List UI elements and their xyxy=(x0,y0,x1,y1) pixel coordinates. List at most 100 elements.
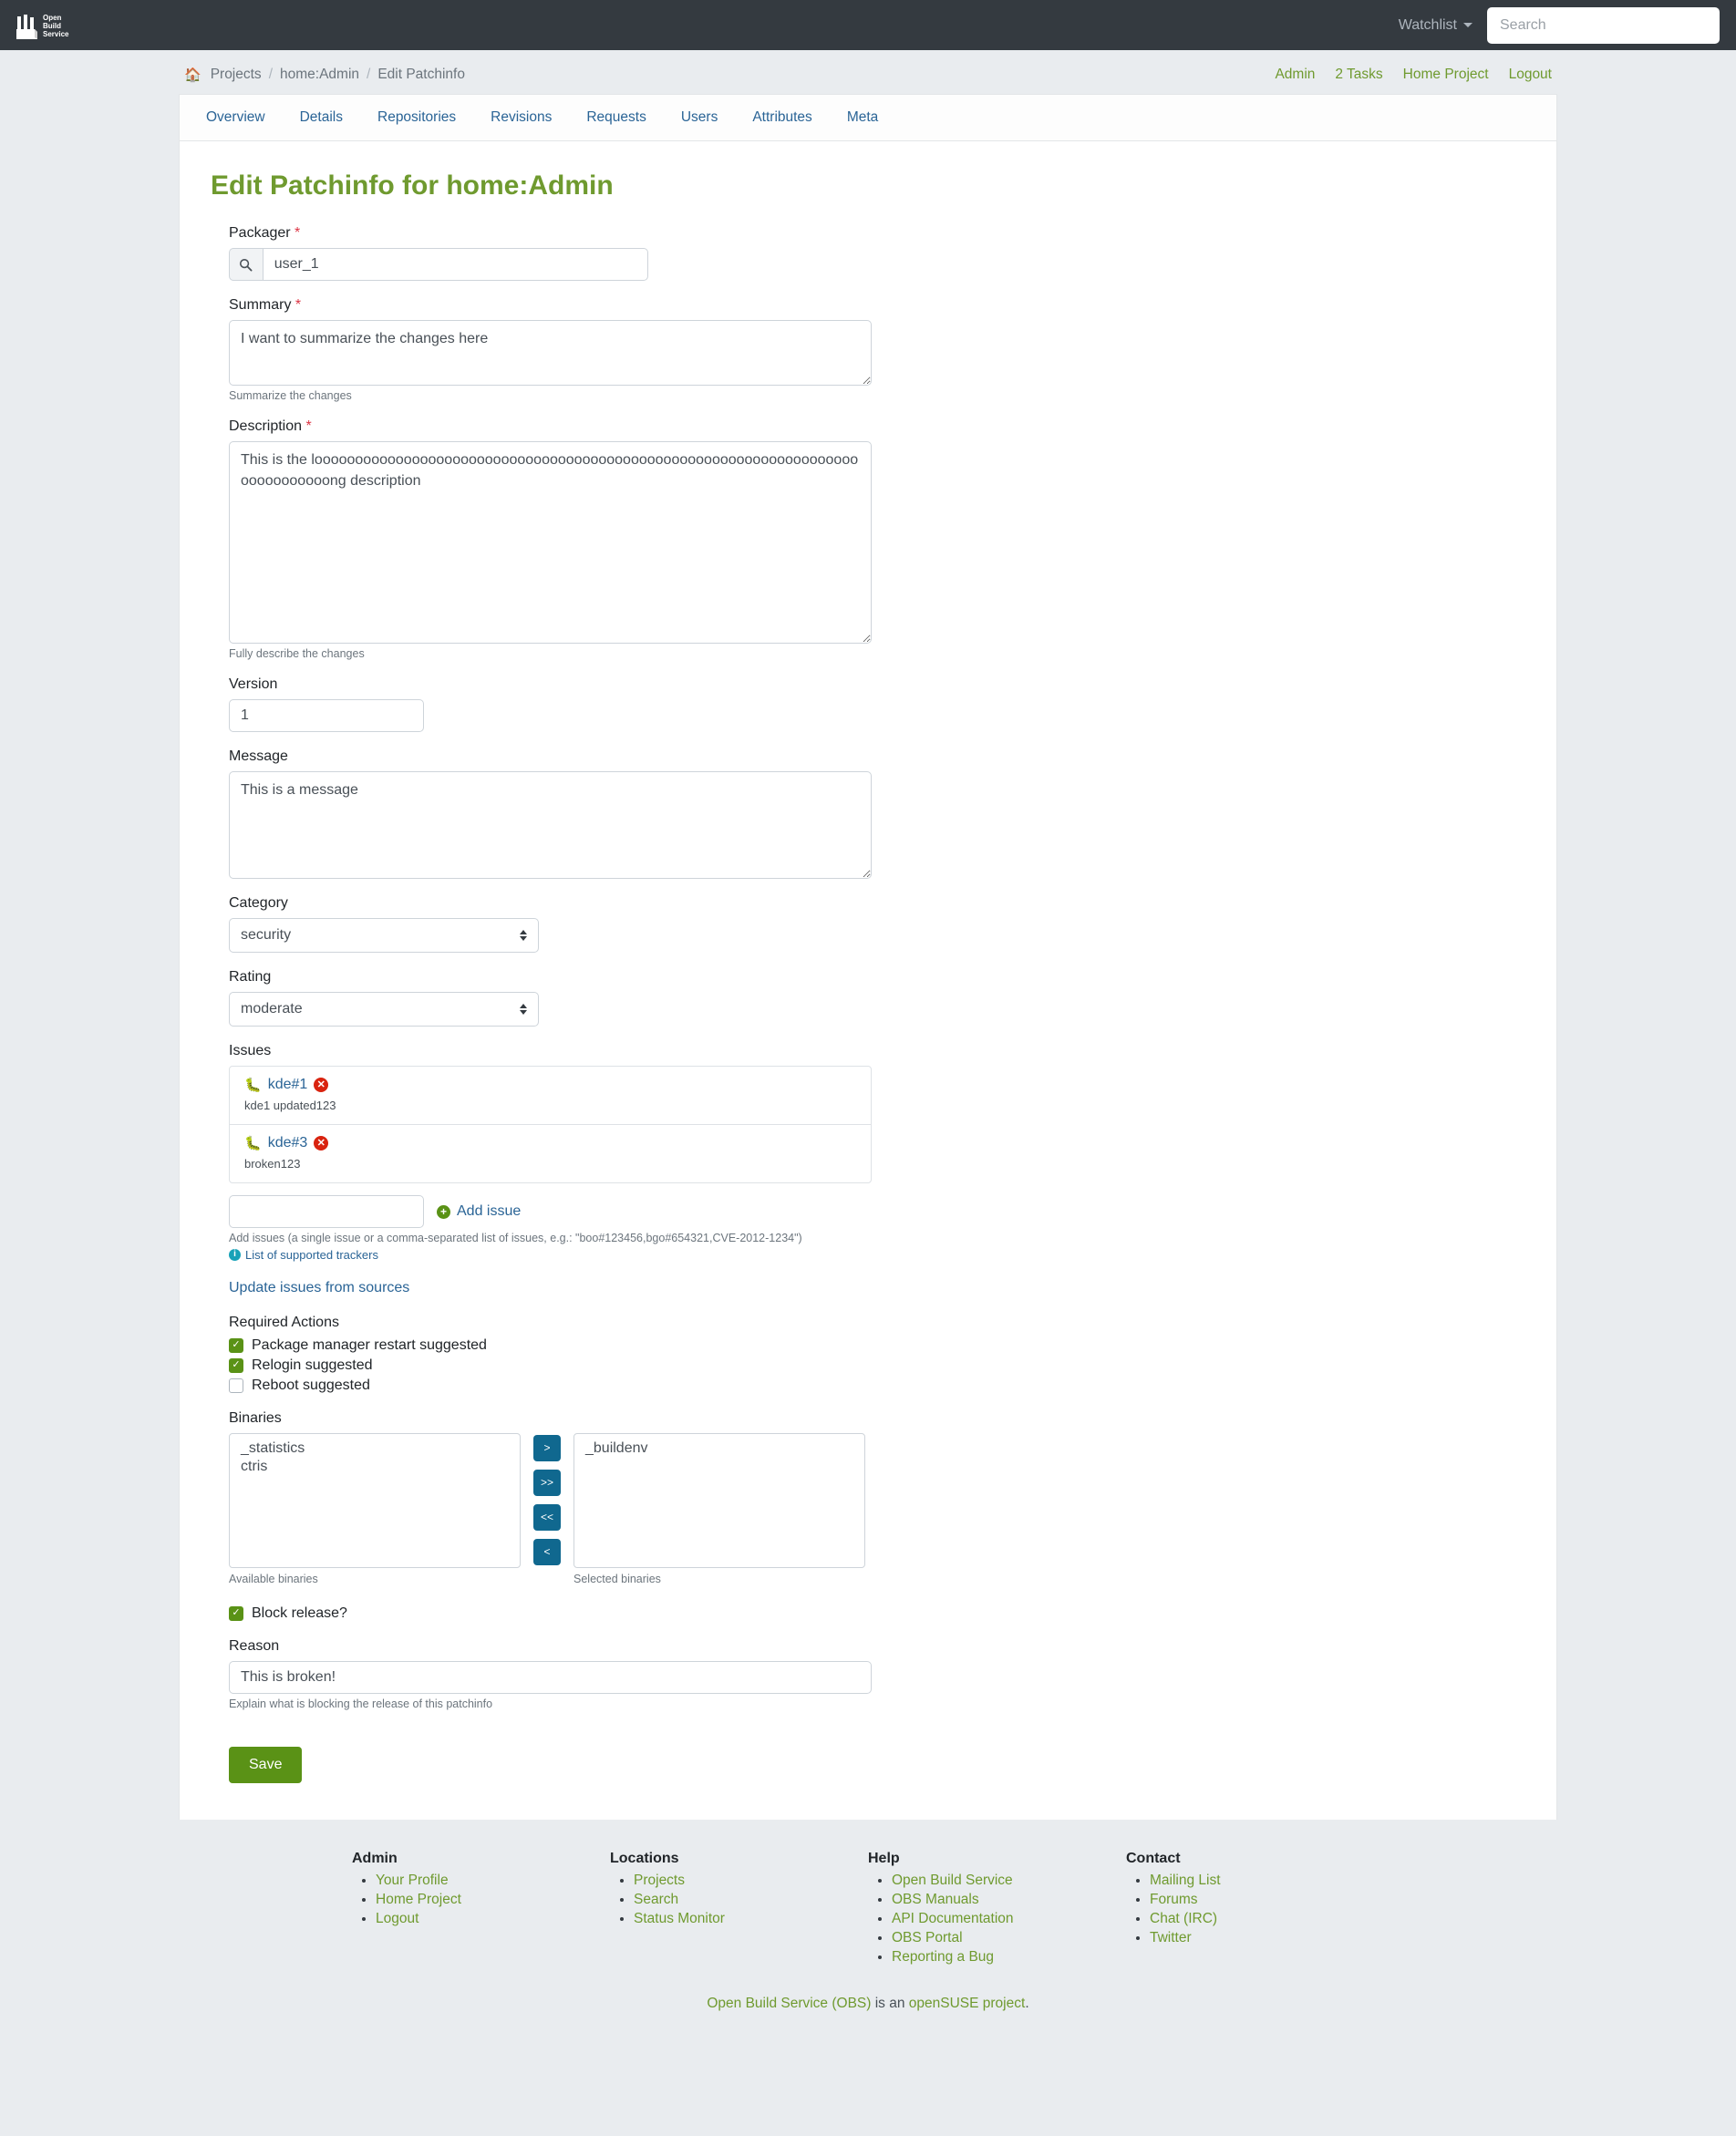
list-item: Forums xyxy=(1150,1892,1384,1908)
breadcrumb-separator: / xyxy=(367,67,371,82)
summary-textarea[interactable] xyxy=(229,320,872,386)
footer-opensuse-link[interactable]: openSUSE project xyxy=(909,1996,1026,2011)
delete-icon[interactable]: ✕ xyxy=(314,1136,329,1151)
message-textarea[interactable] xyxy=(229,771,872,879)
chevron-down-icon xyxy=(1463,23,1472,27)
checkbox-block-release[interactable]: ✓ xyxy=(229,1605,243,1621)
save-button[interactable]: Save xyxy=(229,1746,303,1783)
checkbox-reboot[interactable] xyxy=(229,1378,243,1393)
footer-link-status-monitor[interactable]: Status Monitor xyxy=(634,1911,725,1926)
footer-link-open-build-service[interactable]: Open Build Service xyxy=(892,1873,1013,1888)
checkbox-row-block-release[interactable]: ✓ Block release? xyxy=(229,1605,1303,1622)
selected-binaries-listbox[interactable]: _buildenv xyxy=(574,1432,865,1568)
packager-input[interactable] xyxy=(262,248,648,281)
footer-link-reporting-a-bug[interactable]: Reporting a Bug xyxy=(892,1949,994,1965)
field-version: Version xyxy=(229,676,1303,732)
category-select[interactable]: security xyxy=(229,918,539,953)
required-asterisk: * xyxy=(305,418,312,434)
top-link-logout[interactable]: Logout xyxy=(1509,67,1552,83)
checkbox-label: Package manager restart suggested xyxy=(252,1336,487,1353)
add-issue-input[interactable] xyxy=(229,1195,424,1228)
footer-column-title: Admin xyxy=(352,1850,398,1866)
description-label: Description * xyxy=(229,418,1303,435)
field-block-release: ✓ Block release? xyxy=(229,1605,1303,1622)
home-icon[interactable]: 🏠 xyxy=(184,67,202,83)
obs-logo-link[interactable]: Open Build Service xyxy=(13,9,78,42)
tab-meta[interactable]: Meta xyxy=(830,95,895,140)
top-link-tasks[interactable]: 2 Tasks xyxy=(1335,67,1382,83)
tab-overview[interactable]: Overview xyxy=(189,95,283,140)
footer-link-mailing-list[interactable]: Mailing List xyxy=(1150,1873,1221,1888)
footer-link-forums[interactable]: Forums xyxy=(1150,1892,1198,1907)
reason-label: Reason xyxy=(229,1637,280,1654)
list-item[interactable]: _statistics xyxy=(230,1439,520,1458)
checkbox-row-relogin[interactable]: ✓ Relogin suggested xyxy=(229,1357,1303,1374)
footer-link-your-profile[interactable]: Your Profile xyxy=(376,1873,449,1888)
list-item: Home Project xyxy=(376,1892,610,1908)
footer-link-obs-manuals[interactable]: OBS Manuals xyxy=(892,1892,979,1907)
footer-link-home-project[interactable]: Home Project xyxy=(376,1892,461,1907)
move-all-right-button[interactable]: >> xyxy=(533,1469,561,1496)
summary-help: Summarize the changes xyxy=(229,389,352,402)
move-all-left-button[interactable]: << xyxy=(533,1503,561,1531)
rating-select[interactable]: moderate xyxy=(229,992,539,1027)
footer-link-search[interactable]: Search xyxy=(634,1892,678,1907)
checkbox-row-package-manager-restart[interactable]: ✓ Package manager restart suggested xyxy=(229,1337,1303,1354)
footer-link-api-documentation[interactable]: API Documentation xyxy=(892,1911,1014,1926)
breadcrumb-item-projects[interactable]: Projects xyxy=(211,67,262,83)
update-issues-from-sources-link[interactable]: Update issues from sources xyxy=(229,1280,409,1296)
add-issue-button[interactable]: + Add issue xyxy=(437,1203,521,1220)
add-issue-row: + Add issue xyxy=(229,1195,1303,1228)
list-item: OBS Manuals xyxy=(892,1892,1126,1908)
field-message: Message xyxy=(229,748,1303,879)
move-right-button[interactable]: > xyxy=(533,1434,561,1461)
checkbox-relogin[interactable]: ✓ xyxy=(229,1357,243,1373)
version-label: Version xyxy=(229,676,278,692)
tab-revisions[interactable]: Revisions xyxy=(473,95,569,140)
reason-input[interactable] xyxy=(229,1660,872,1694)
list-item: OBS Portal xyxy=(892,1930,1126,1946)
tab-users[interactable]: Users xyxy=(664,95,735,140)
tab-repositories[interactable]: Repositories xyxy=(360,95,473,140)
move-left-button[interactable]: < xyxy=(533,1538,561,1565)
footer-obs-link[interactable]: Open Build Service (OBS) xyxy=(707,1996,871,2011)
tab-requests[interactable]: Requests xyxy=(569,95,663,140)
breadcrumb-item-edit-patchinfo: Edit Patchinfo xyxy=(377,67,465,82)
tab-details[interactable]: Details xyxy=(283,95,360,140)
search-icon[interactable] xyxy=(229,248,263,281)
list-item[interactable]: ctris xyxy=(230,1458,520,1476)
binaries-dual-list: _statistics ctris Available binaries > >… xyxy=(229,1432,1303,1585)
packager-input-group xyxy=(229,248,648,281)
category-selected-value: security xyxy=(241,927,292,943)
description-label-text: Description xyxy=(229,418,303,434)
checkbox-row-reboot[interactable]: Reboot suggested xyxy=(229,1378,1303,1394)
version-input[interactable] xyxy=(229,699,424,732)
checkbox-package-manager-restart[interactable]: ✓ xyxy=(229,1337,243,1353)
footer-link-twitter[interactable]: Twitter xyxy=(1150,1930,1192,1945)
watchlist-dropdown[interactable]: Watchlist xyxy=(1399,17,1472,34)
issue-link[interactable]: kde#1 xyxy=(268,1077,308,1093)
tab-attributes[interactable]: Attributes xyxy=(735,95,829,140)
footer-link-obs-portal[interactable]: OBS Portal xyxy=(892,1930,963,1945)
breadcrumb-item-home-admin[interactable]: home:Admin xyxy=(280,67,359,83)
issue-link[interactable]: kde#3 xyxy=(268,1135,308,1151)
issues-label: Issues xyxy=(229,1043,272,1058)
footer-link-projects[interactable]: Projects xyxy=(634,1873,685,1888)
supported-trackers-link[interactable]: i List of supported trackers xyxy=(229,1248,378,1262)
footer-link-chat-irc[interactable]: Chat (IRC) xyxy=(1150,1911,1217,1926)
footer-link-logout[interactable]: Logout xyxy=(376,1911,418,1926)
available-binaries-listbox[interactable]: _statistics ctris xyxy=(229,1432,521,1568)
description-textarea[interactable] xyxy=(229,441,872,644)
list-item[interactable]: _buildenv xyxy=(574,1439,864,1458)
issue-header: 🐛 kde#1 ✕ xyxy=(244,1077,856,1093)
list-item: Status Monitor xyxy=(634,1911,868,1927)
list-item: Open Build Service xyxy=(892,1873,1126,1889)
breadcrumb-separator: / xyxy=(268,67,273,82)
field-category: Category security xyxy=(229,895,1303,953)
select-arrows-icon xyxy=(520,1004,527,1015)
search-input[interactable] xyxy=(1487,6,1720,44)
top-link-home-project[interactable]: Home Project xyxy=(1403,67,1489,83)
top-link-admin[interactable]: Admin xyxy=(1275,67,1315,83)
delete-icon[interactable]: ✕ xyxy=(314,1078,329,1092)
bug-icon: 🐛 xyxy=(244,1135,262,1151)
